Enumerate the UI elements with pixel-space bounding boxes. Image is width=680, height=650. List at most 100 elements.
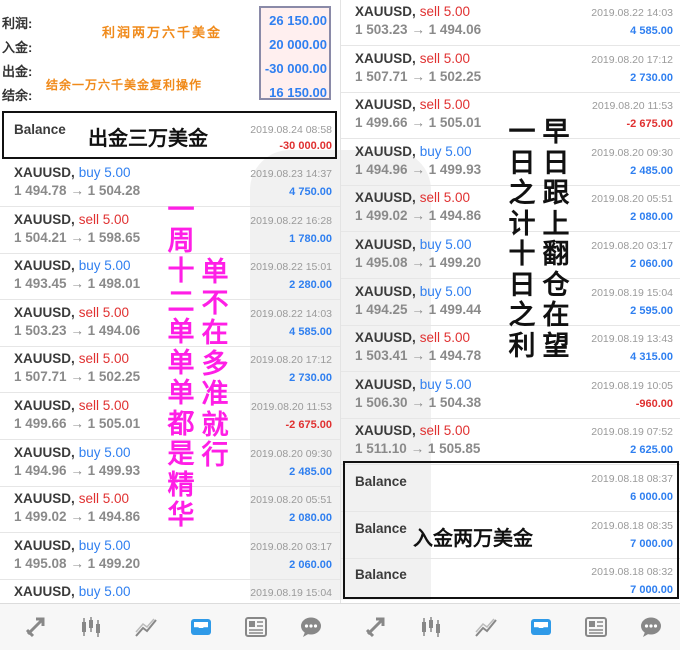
close-price: 1 598.65 xyxy=(87,229,141,245)
trade-side: buy 5.00 xyxy=(78,584,131,600)
close-price: 1 499.20 xyxy=(428,255,482,270)
annotation-magenta-col2: 单不在多准就行 xyxy=(200,257,230,472)
symbol-text: XAUUSD, xyxy=(14,584,75,600)
open-price: 1 503.23 xyxy=(14,322,67,338)
symbol-text: XAUUSD, xyxy=(355,4,416,19)
arrow-icon: → xyxy=(411,115,425,131)
open-price: 1 499.02 xyxy=(14,509,67,525)
symbol-text: XAUUSD, xyxy=(355,97,416,113)
symbol-text: XAUUSD, xyxy=(14,398,75,413)
open-price: 1 503.23 xyxy=(355,22,408,37)
trade-tab[interactable] xyxy=(348,604,404,650)
summary-profit-label: 利润: xyxy=(2,16,33,31)
trade-row[interactable]: XAUUSD,buy 5.00 → 2019.08.19 15:04 xyxy=(0,580,340,603)
arrow-icon: → xyxy=(411,394,425,410)
close-price: 1 494.86 xyxy=(428,208,482,224)
annotation-char: 一 xyxy=(508,117,536,148)
annotation-char: 单 xyxy=(201,257,229,288)
trade-prices: 1 503.41 → 1 494.78 xyxy=(355,348,481,363)
trade-side: buy 5.00 xyxy=(78,258,131,274)
row-date: 2019.08.22 14:03 xyxy=(250,307,332,320)
candlestick-chart-tab[interactable] xyxy=(403,604,459,650)
trade-prices: 1 504.21 → 1 598.65 xyxy=(14,230,140,245)
row-date: 2019.08.20 03:17 xyxy=(250,540,332,553)
row-date: 2019.08.22 16:28 xyxy=(250,214,332,227)
chat-tab[interactable] xyxy=(283,604,339,650)
trade-prices: 1 503.23 → 1 494.06 xyxy=(14,323,140,338)
trade-prices: 1 499.66 → 1 505.01 xyxy=(14,416,140,431)
annotation-char: 行 xyxy=(201,440,229,471)
history-inbox-tab[interactable] xyxy=(173,604,229,650)
annotation-char: 单 xyxy=(167,378,195,409)
annotation-char: 单 xyxy=(167,317,195,348)
open-price: 1 507.71 xyxy=(14,369,67,385)
row-profit: 2 080.00 xyxy=(289,512,332,525)
trade-row[interactable]: XAUUSD, sell 5.00 1 507.71 → 1 502.25 2019.… xyxy=(341,47,680,93)
symbol-text: XAUUSD, xyxy=(355,143,416,159)
annotation-char: 多 xyxy=(201,348,229,380)
trade-row[interactable]: XAUUSD, buy 5.00 1 495.08 → 1 499.20 2019.0… xyxy=(0,534,340,580)
row-profit: 2 595.00 xyxy=(630,304,673,317)
symbol-text: XAUUSD, xyxy=(14,258,75,274)
open-price: 1 494.96 xyxy=(14,462,67,478)
news-tab[interactable] xyxy=(228,604,284,650)
arrow-icon: → xyxy=(410,441,425,457)
open-price: 1 507.71 xyxy=(355,68,408,84)
arrow-icon: → xyxy=(411,301,425,317)
trade-symbol: XAUUSD, buy 5.00 xyxy=(14,584,131,599)
close-price: 1 498.01 xyxy=(87,276,141,292)
candlestick-chart-tab[interactable] xyxy=(63,604,119,650)
trend-chart-tab[interactable] xyxy=(118,604,174,650)
close-price: 1 499.20 xyxy=(87,555,141,571)
chat-tab[interactable] xyxy=(623,604,679,650)
trade-prices: 1 494.96 → 1 499.93 xyxy=(355,162,481,177)
trade-side: buy 5.00 xyxy=(419,237,472,252)
history-inbox-tab[interactable] xyxy=(513,604,569,650)
annotation-char: 之 xyxy=(508,178,536,209)
close-price: 1 499.44 xyxy=(428,301,482,317)
trade-symbol: XAUUSD, sell 5.00 xyxy=(355,330,470,345)
row-profit: 4 750.00 xyxy=(289,186,332,198)
trade-prices: 1 503.23 → 1 494.06 xyxy=(355,22,481,37)
annotation-profit: 利润两万六千美金 xyxy=(102,26,223,41)
arrow-icon: → xyxy=(70,183,84,198)
symbol-text: XAUUSD, xyxy=(14,444,75,460)
open-price: 1 499.66 xyxy=(355,115,408,131)
row-profit: 2 730.00 xyxy=(289,372,332,385)
annotation-char: 就 xyxy=(201,409,229,441)
close-price: 1 504.28 xyxy=(87,183,141,198)
trade-symbol: XAUUSD, sell 5.00 xyxy=(355,423,470,438)
trade-side: sell 5.00 xyxy=(78,351,130,367)
arrow-icon: → xyxy=(70,369,84,385)
trade-side: sell 5.00 xyxy=(419,190,471,206)
row-date: 2019.08.20 17:12 xyxy=(250,354,332,367)
symbol-text: XAUUSD, xyxy=(355,50,416,66)
open-price: 1 494.96 xyxy=(355,161,408,177)
trade-prices: 1 494.78 → 1 504.28 xyxy=(14,183,140,198)
arrow-icon: → xyxy=(411,255,425,270)
trade-side: sell 5.00 xyxy=(78,398,130,413)
trade-row[interactable]: XAUUSD, sell 5.00 1 503.23 → 1 494.06 2019.… xyxy=(341,0,680,46)
close-price: 1 494.06 xyxy=(87,322,141,338)
open-price: 1 494.78 xyxy=(14,183,67,198)
trade-side: sell 5.00 xyxy=(78,211,130,227)
annotation-char: 准 xyxy=(201,379,229,410)
annotation-char: 日 xyxy=(508,269,536,301)
trade-prices: 1 495.08 → 1 499.20 xyxy=(14,556,140,571)
trade-side: sell 5.00 xyxy=(419,423,471,439)
trade-tab[interactable] xyxy=(8,604,64,650)
trade-row[interactable]: XAUUSD, buy 5.00 1 506.30 → 1 504.38 2019.0… xyxy=(341,373,680,419)
row-date: 2019.08.20 09:30 xyxy=(591,146,673,159)
row-profit: 2 060.00 xyxy=(630,258,673,270)
trade-row[interactable]: XAUUSD, sell 5.00 1 511.10 → 1 505.85 2019.… xyxy=(341,419,680,466)
trade-side: sell 5.00 xyxy=(78,304,130,320)
summary-balance-label: 结余: xyxy=(2,88,33,103)
news-tab[interactable] xyxy=(568,604,624,650)
arrow-icon: → xyxy=(411,161,425,177)
trade-side: buy 5.00 xyxy=(78,537,131,553)
annotation-balance: 结余一万六千美金复利操作 xyxy=(46,78,203,92)
row-profit: 4 585.00 xyxy=(289,325,332,338)
trend-chart-tab[interactable] xyxy=(458,604,514,650)
trade-symbol: XAUUSD, buy 5.00 xyxy=(355,144,472,159)
chat-icon xyxy=(299,616,323,638)
